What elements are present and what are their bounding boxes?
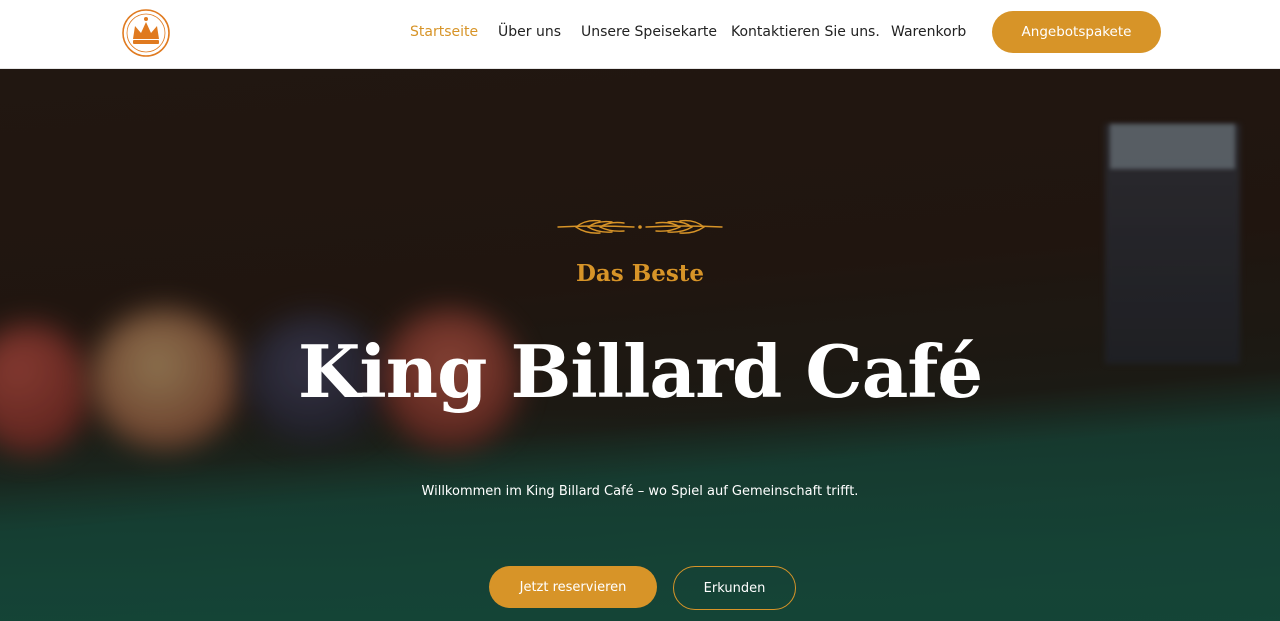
hero-title: King Billard Café [297, 329, 983, 414]
laurel-divider-icon [557, 219, 723, 234]
site-header: Startseite Über uns Unsere Speisekarte K… [0, 0, 1280, 69]
nav-item-warenkorb[interactable]: Warenkorb [891, 24, 966, 40]
hero-subtitle: Willkommen im King Billard Café – wo Spi… [421, 484, 859, 499]
nav-item-ueber-uns[interactable]: Über uns [498, 24, 561, 40]
explore-button[interactable]: Erkunden [673, 566, 796, 610]
hero-kicker: Das Beste [575, 260, 705, 287]
angebotspakete-button[interactable]: Angebotspakete [992, 11, 1161, 53]
hero-section: Das Beste King Billard Café Willkommen i… [0, 69, 1280, 621]
nav-item-startseite[interactable]: Startseite [410, 24, 478, 40]
reserve-button[interactable]: Jetzt reservieren [489, 566, 657, 608]
nav-item-kontakt[interactable]: Kontaktieren Sie uns. [731, 24, 880, 40]
nav-item-speisekarte[interactable]: Unsere Speisekarte [581, 24, 717, 40]
